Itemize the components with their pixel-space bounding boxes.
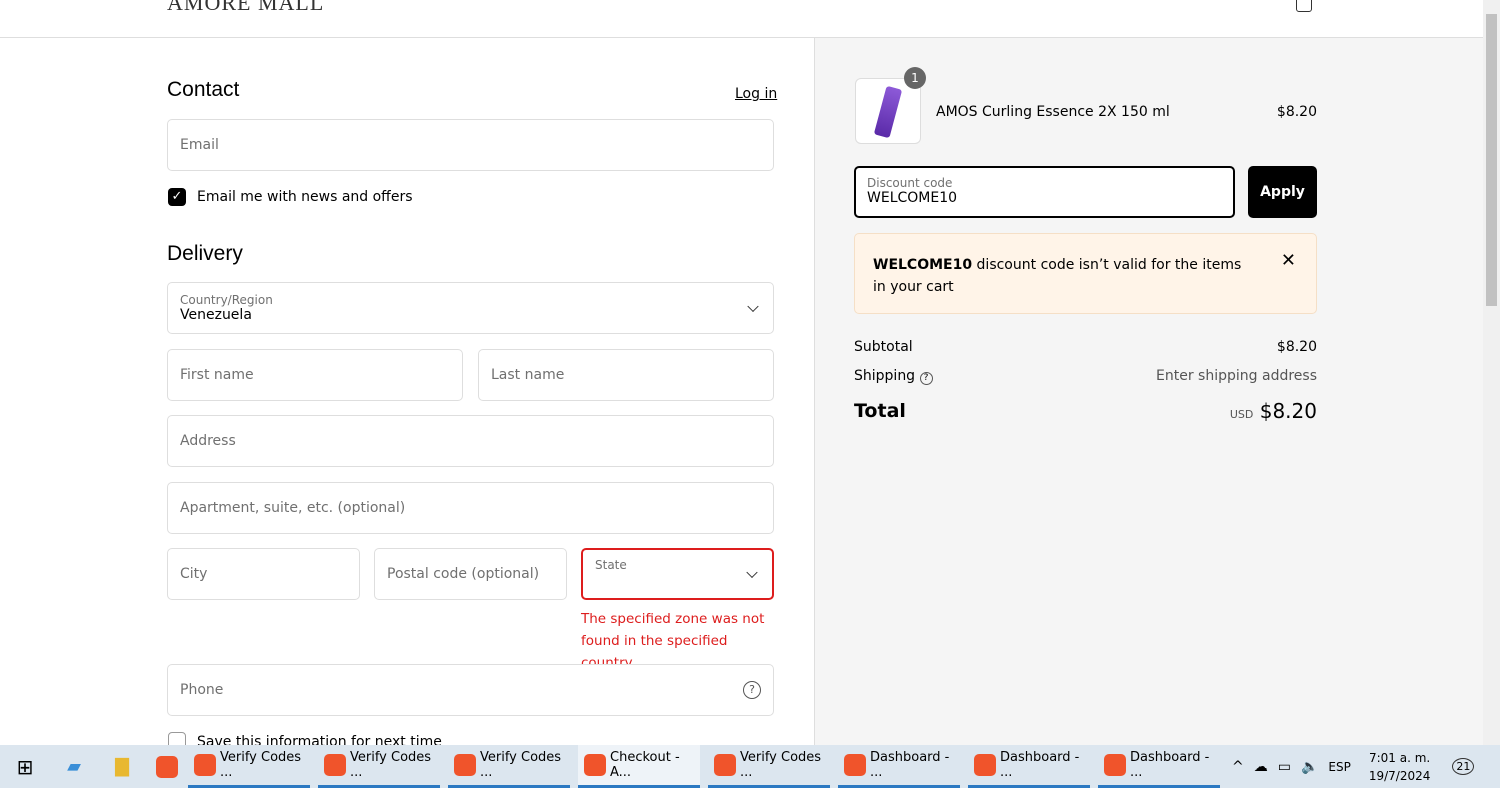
taskbar-label: Verify Codes ... [220, 750, 302, 780]
state-label: State [595, 558, 627, 572]
computer-icon[interactable]: ▰ [50, 756, 98, 777]
discount-label: Discount code [867, 176, 953, 190]
total-label: Total [854, 400, 906, 422]
brave-icon [844, 754, 866, 776]
brave-icon [974, 754, 996, 776]
taskbar-item[interactable]: Dashboard - ... [838, 745, 960, 788]
country-value: Venezuela [180, 307, 252, 323]
city-input[interactable]: City [167, 548, 360, 600]
address-input[interactable]: Address [167, 415, 774, 467]
cart-icon[interactable] [1296, 0, 1312, 12]
discount-error-notice: WELCOME10 discount code isn’t valid for … [854, 233, 1317, 314]
taskbar-item-active[interactable]: Checkout - A... [578, 745, 700, 788]
country-select[interactable]: Country/Region Venezuela [167, 282, 774, 334]
time: 7:01 a. m. [1368, 750, 1431, 765]
delivery-heading: Delivery [167, 242, 243, 265]
postal-code-input[interactable]: Postal code (optional) [374, 548, 567, 600]
shipping-value: Enter shipping address [1156, 368, 1317, 384]
shipping-label: Shipping ? [854, 368, 933, 385]
chevron-down-icon [746, 566, 758, 579]
phone-input[interactable]: Phone ? [167, 664, 774, 716]
notice-code: WELCOME10 [873, 257, 973, 273]
discount-code-input[interactable]: Discount code WELCOME10 [854, 166, 1235, 218]
taskbar-label: Verify Codes ... [740, 750, 822, 780]
brave-icon [454, 754, 476, 776]
product-price: $8.20 [1276, 104, 1317, 120]
taskbar-label: Dashboard - ... [1000, 750, 1080, 780]
taskbar-item[interactable]: Verify Codes ... [708, 745, 830, 788]
brave-icon [584, 754, 606, 776]
taskbar-item[interactable]: Dashboard - ... [1098, 745, 1220, 788]
brave-icon [324, 754, 346, 776]
login-link[interactable]: Log in [735, 86, 777, 102]
taskbar-item[interactable]: Verify Codes ... [188, 745, 310, 788]
shipping-text: Shipping [854, 368, 916, 384]
taskbar-item[interactable]: Dashboard - ... [968, 745, 1090, 788]
language-indicator[interactable]: ESP [1328, 760, 1350, 774]
first-name-input[interactable]: First name [167, 349, 463, 401]
store-logo[interactable]: AMORE MALL [167, 0, 324, 16]
newsletter-checkbox[interactable]: ✓ [168, 188, 186, 206]
product-name: AMOS Curling Essence 2X 150 ml [936, 104, 1170, 120]
subtotal-label: Subtotal [854, 339, 913, 355]
country-label: Country/Region [180, 293, 273, 307]
brave-icon [714, 754, 736, 776]
taskbar-label: Checkout - A... [610, 750, 680, 780]
network-icon[interactable]: ▭ [1278, 759, 1291, 775]
quantity-badge: 1 [904, 67, 926, 89]
subtotal-value: $8.20 [1276, 339, 1317, 355]
taskbar-item[interactable]: Verify Codes ... [448, 745, 570, 788]
scrollbar-thumb[interactable] [1486, 14, 1497, 306]
close-icon[interactable]: ✕ [1281, 250, 1296, 272]
chevron-down-icon [747, 300, 759, 313]
order-summary: 1 AMOS Curling Essence 2X 150 ml $8.20 D… [815, 38, 1483, 745]
help-icon[interactable]: ? [743, 681, 761, 699]
phone-placeholder: Phone [180, 682, 224, 698]
email-input[interactable]: Email [167, 119, 774, 171]
newsletter-label: Email me with news and offers [197, 189, 413, 205]
taskbar-label: Verify Codes ... [350, 750, 432, 780]
checkout-form: Contact Log in Email ✓ Email me with new… [0, 38, 815, 750]
clock[interactable]: 7:01 a. m. 19/7/2024 [1369, 749, 1431, 785]
apartment-input[interactable]: Apartment, suite, etc. (optional) [167, 482, 774, 534]
last-name-input[interactable]: Last name [478, 349, 774, 401]
total-amount: $8.20 [1259, 399, 1317, 423]
site-header: AMORE MALL [0, 0, 1483, 38]
brave-icon [194, 754, 216, 776]
state-select[interactable]: State [581, 548, 774, 600]
windows-start-icon[interactable]: ⊞ [0, 755, 50, 779]
help-icon[interactable]: ? [919, 372, 933, 385]
taskbar-label: Dashboard - ... [870, 750, 950, 780]
notification-icon[interactable]: 21 [1452, 758, 1475, 775]
brave-icon[interactable] [146, 755, 188, 778]
date: 19/7/2024 [1368, 768, 1431, 783]
volume-icon[interactable]: 🔈 [1301, 759, 1318, 775]
taskbar-label: Verify Codes ... [480, 750, 562, 780]
windows-taskbar: ⊞ ▰ ▇ Verify Codes ... Verify Codes ... … [0, 745, 1500, 788]
contact-heading: Contact [167, 78, 240, 101]
product-image [873, 85, 903, 139]
taskbar-item[interactable]: Verify Codes ... [318, 745, 440, 788]
brave-icon [1104, 754, 1126, 776]
discount-value: WELCOME10 [867, 190, 958, 206]
taskbar-label: Dashboard - ... [1130, 750, 1210, 780]
apply-button[interactable]: Apply [1248, 166, 1317, 218]
total-value: USD $8.20 [1230, 399, 1317, 423]
chevron-up-icon[interactable]: ^ [1232, 759, 1244, 775]
currency: USD [1229, 408, 1254, 421]
file-explorer-icon[interactable]: ▇ [98, 756, 146, 777]
scrollbar[interactable] [1483, 0, 1500, 745]
cloud-off-icon[interactable]: ☁ [1254, 759, 1268, 775]
